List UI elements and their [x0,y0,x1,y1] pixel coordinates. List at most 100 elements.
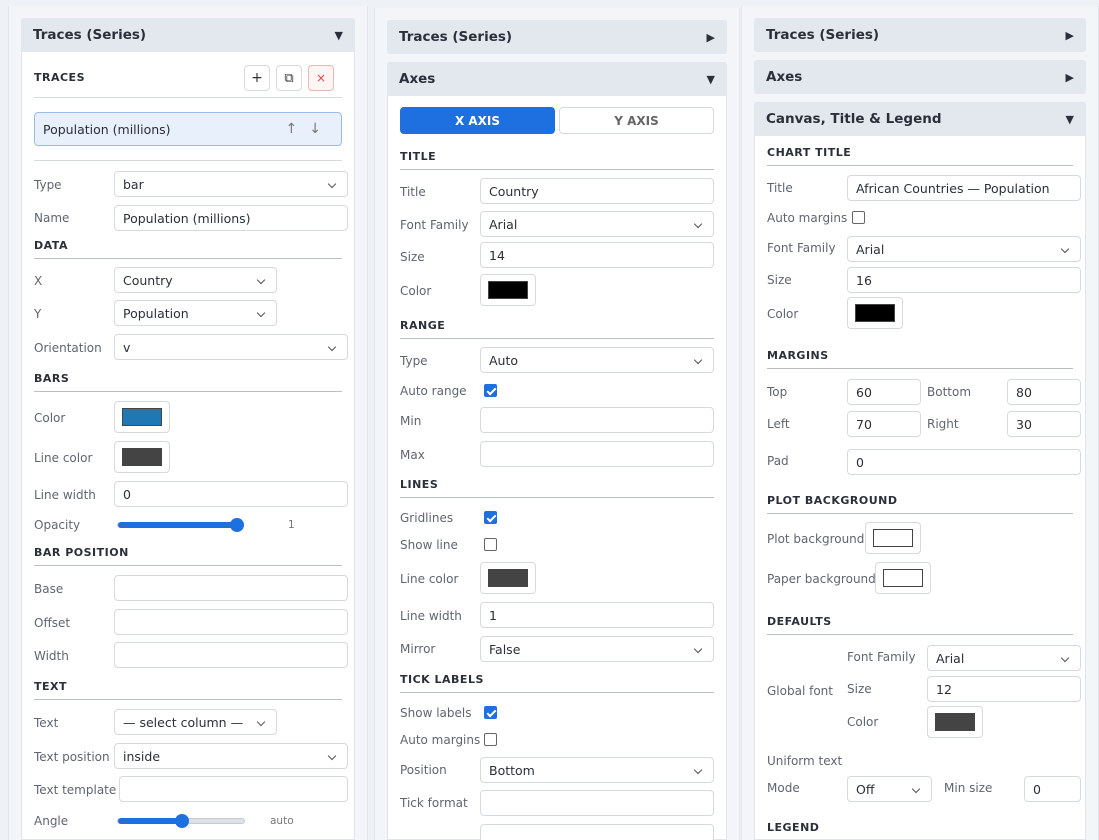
lines-section-title: LINES [400,478,714,498]
axes-section-header[interactable]: Axes ▶ [754,60,1086,94]
offset-input[interactable] [114,609,348,635]
text-position-select[interactable]: inside [114,743,348,769]
chart-title-label: Title [767,181,793,195]
opacity-slider-handle[interactable] [230,518,244,532]
text-section-title: TEXT [34,680,342,700]
text-template-input[interactable] [119,776,348,802]
width-label: Width [34,649,69,663]
title-color-swatch[interactable] [847,297,903,329]
axes-header-title: Axes [766,69,803,85]
range-type-select[interactable]: Auto [480,347,714,373]
add-trace-button[interactable]: + [244,65,270,91]
name-input[interactable]: Population (millions) [114,205,348,231]
opacity-slider[interactable] [117,518,244,532]
gridlines-checkbox[interactable] [484,511,497,524]
position-select[interactable]: Bottom [480,757,714,783]
text-column-value: — select column — [123,714,244,730]
max-label: Max [400,448,425,462]
size-value: 16 [856,272,872,288]
x-label: X [34,274,43,288]
range-type-value: Auto [489,352,519,368]
margin-top-input[interactable]: 60 [847,379,921,405]
offset-label: Offset [34,616,71,630]
margin-bottom-input[interactable]: 80 [1007,379,1081,405]
bar-color-swatch[interactable] [114,401,170,433]
traces-section-header[interactable]: Traces (Series) ▶ [387,20,727,54]
tab-y-axis[interactable]: Y AXIS [559,107,714,134]
show-line-checkbox[interactable] [484,538,497,551]
global-font-color-swatch[interactable] [927,706,983,738]
move-arrows-icon[interactable]: ↑↓ [286,121,333,137]
y-select[interactable]: Population [114,300,277,326]
base-input[interactable] [114,575,348,601]
line-color-label: Line color [34,451,93,465]
size-input[interactable]: 16 [847,267,1081,293]
margin-left-input[interactable]: 70 [847,411,921,437]
max-input[interactable] [480,441,714,467]
angle-slider-handle[interactable] [175,814,189,828]
axes-section-header[interactable]: Axes ▼ [387,62,727,96]
chart-title-input[interactable]: African Countries — Population [847,175,1081,201]
global-font-size-input[interactable]: 12 [927,676,1081,702]
orientation-select[interactable]: v [114,334,348,360]
auto-range-checkbox[interactable] [484,384,497,397]
opacity-value: 1 [288,519,295,531]
line-color-swatch[interactable] [114,441,170,473]
angle-slider[interactable] [117,814,245,828]
bar-color-fill [122,408,162,426]
duplicate-trace-button[interactable]: ⧉ [276,65,302,91]
auto-margins-checkbox[interactable] [852,211,865,224]
font-family-label: Font Family [400,218,469,232]
font-family-select[interactable]: Arial [480,211,714,237]
traces-panel: TRACES + ⧉ × Population (millions) ↑↓ Ty… [21,52,355,840]
type-label: Type [34,178,62,192]
title-color-swatch[interactable] [480,274,536,306]
line-width-input[interactable]: 1 [480,602,714,628]
chart-title-section-title: CHART TITLE [767,146,1073,166]
line-width-input[interactable]: 0 [114,481,348,507]
delete-trace-button[interactable]: × [308,65,334,91]
plot-background-swatch[interactable] [865,522,921,554]
uniform-mode-select[interactable]: Off [847,776,932,802]
next-input-partial[interactable] [480,824,714,840]
global-font-family-label: Font Family [847,650,916,664]
paper-background-swatch[interactable] [875,562,931,594]
tick-labels-section-title: TICK LABELS [400,673,714,693]
min-size-input[interactable]: 0 [1024,776,1081,802]
line-color-label: Line color [400,572,459,586]
global-font-family-select[interactable]: Arial [927,645,1081,671]
tab-x-axis[interactable]: X AXIS [400,107,555,134]
expand-arrow-icon: ▶ [1065,28,1074,42]
base-label: Base [34,582,64,596]
type-select[interactable]: bar [114,171,348,197]
color-label: Color [767,307,799,321]
line-color-swatch[interactable] [480,562,536,594]
canvas-section-header[interactable]: Canvas, Title & Legend ▼ [754,102,1086,136]
expand-arrow-icon: ▶ [706,30,715,44]
mirror-select[interactable]: False [480,636,714,662]
min-input[interactable] [480,407,714,433]
size-input[interactable]: 14 [480,242,714,268]
type-select-value: bar [123,176,144,192]
show-labels-checkbox[interactable] [484,706,497,719]
width-input[interactable] [114,642,348,668]
plot-background-fill [873,529,913,547]
divider [34,160,342,161]
traces-section-header[interactable]: Traces (Series) ▼ [21,18,355,52]
gridlines-label: Gridlines [400,511,454,525]
size-value: 14 [489,247,505,263]
pad-input[interactable]: 0 [847,449,1081,475]
tick-format-input[interactable] [480,790,714,816]
traces-header-title: Traces (Series) [33,27,147,43]
margin-right-input[interactable]: 30 [1007,411,1081,437]
plot-background-section-title: PLOT BACKGROUND [767,494,1073,514]
x-select[interactable]: Country [114,267,277,293]
angle-slider-fill [118,818,182,824]
trace-item-population[interactable]: Population (millions) ↑↓ [34,112,342,146]
auto-margins-checkbox[interactable] [484,733,497,746]
text-column-select[interactable]: — select column — [114,709,277,735]
y-label: Y [34,307,42,321]
font-family-select[interactable]: Arial [847,236,1081,262]
axis-title-input[interactable]: Country [480,178,714,204]
traces-section-header[interactable]: Traces (Series) ▶ [754,18,1086,52]
